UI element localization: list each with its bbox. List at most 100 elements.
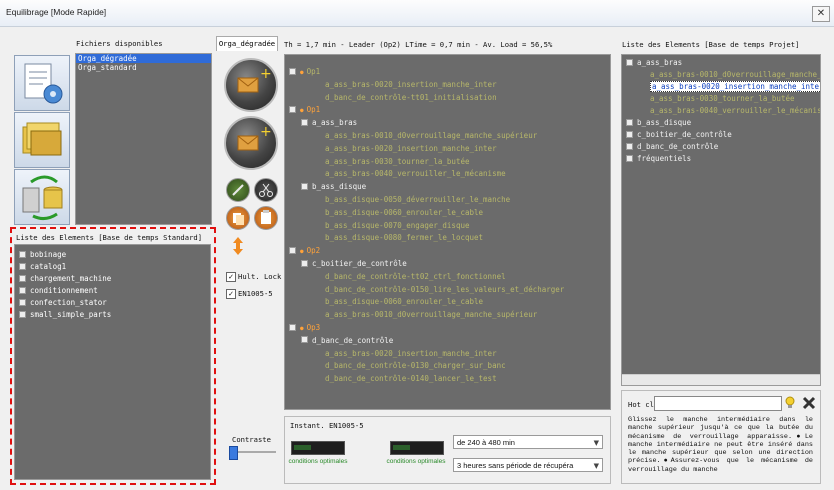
tree-group-node[interactable]: c_boitier_de_contrôle xyxy=(301,259,407,269)
sync-database-icon xyxy=(22,175,63,221)
title-bar xyxy=(0,0,834,27)
document-gear-icon xyxy=(24,63,63,104)
projet-group-node[interactable]: b_ass_disque xyxy=(626,118,691,128)
tree-leaf-node[interactable]: a_ass_bras-0030_tourner_la_butée xyxy=(325,157,470,167)
fichier-item[interactable]: Orga_dégradée xyxy=(76,54,211,63)
projet-node-label: a_ass_bras-0040_verrouiller_le_mécanisme xyxy=(650,106,821,115)
tree-leaf-node[interactable]: a_ass_bras-0040_verrouiller_le_mécanisme xyxy=(325,169,506,179)
close-button[interactable]: ✕ xyxy=(812,6,830,22)
expand-icon[interactable] xyxy=(626,154,633,162)
tree-leaf-node[interactable]: d_banc_de_contrôle-0130_charger_sur_banc xyxy=(325,361,506,371)
tree-group-node[interactable]: d_banc_de_contrôle xyxy=(301,336,393,346)
expand-icon[interactable] xyxy=(626,58,633,66)
tree-operation-node[interactable]: ● Op1 xyxy=(289,67,320,77)
add-email-icon: + xyxy=(237,66,272,93)
tree-node-label: Op2 xyxy=(306,246,321,256)
gauge-2 xyxy=(390,441,444,455)
expand-icon[interactable] xyxy=(301,259,308,267)
projet-node-label: a_ass_bras-0010_d0verrouillage_manche_su… xyxy=(650,70,821,79)
expand-icon[interactable] xyxy=(289,246,296,254)
projet-group-node[interactable]: fréquentiels xyxy=(626,154,691,164)
expand-icon[interactable] xyxy=(301,118,308,126)
expand-icon[interactable] xyxy=(301,182,308,190)
folders-tile-button[interactable] xyxy=(14,112,70,168)
expand-icon[interactable] xyxy=(289,323,296,331)
projet-leaf-node[interactable]: a_ass_bras-0020_insertion_manche_inter xyxy=(650,81,820,92)
projet-group-node[interactable]: d_banc_de_contrôle xyxy=(626,142,718,152)
gauge-1-label: conditions optimales xyxy=(288,458,348,465)
tree-leaf-node[interactable]: b_ass_disque-0080_fermer_le_locquet xyxy=(325,233,483,243)
sync-tile-button[interactable] xyxy=(14,169,70,225)
tree-leaf-node[interactable]: b_ass_disque-0070_engager_disque xyxy=(325,221,470,231)
tree-node-label: d_banc_de_contrôle-tt02_ctrl_fonctionnel xyxy=(325,271,506,281)
tree-group-node[interactable]: a_ass_bras xyxy=(301,118,357,128)
operations-tree[interactable]: ● Op1 a_ass_bras-0020_insertion_manche_int… xyxy=(284,54,611,410)
projet-node-label: fréquentiels xyxy=(637,154,692,163)
expand-icon[interactable] xyxy=(289,105,296,113)
projet-node-label: d_banc_de_contrôle xyxy=(637,142,719,151)
tree-group-node[interactable]: b_ass_disque xyxy=(301,182,366,192)
tree-operation-node[interactable]: ● Op2 xyxy=(289,246,320,256)
expand-icon[interactable] xyxy=(626,142,633,150)
tree-operation-node[interactable]: ● Op3 xyxy=(289,323,320,333)
instant-heading: Instant. EN1005-5 xyxy=(290,421,364,430)
projet-group-node[interactable]: c_boitier_de_contrôle xyxy=(626,130,732,140)
projet-group-node[interactable]: a_ass_bras xyxy=(626,58,682,68)
contraste-slider-thumb[interactable] xyxy=(229,446,238,460)
tree-leaf-node[interactable]: d_banc_de_contrôle-tt02_ctrl_fonctionnel xyxy=(325,272,506,282)
lightbulb-icon[interactable] xyxy=(784,396,796,410)
clear-icon[interactable] xyxy=(801,395,817,411)
recovery-dropdown[interactable]: 3 heures sans période de récupéra ▼ xyxy=(453,458,603,472)
tree-node-label: d_banc_de_contrôle-tt01_initialisation xyxy=(325,92,497,102)
projet-node-label: a_ass_bras-0030_tourner_la_butée xyxy=(650,94,795,103)
expand-icon[interactable] xyxy=(301,336,308,344)
tree-leaf-node[interactable]: d_banc_de_contrôle-0150_lire_les_valeurs… xyxy=(325,285,564,295)
tree-node-label: b_ass_disque-0080_fermer_le_locquet xyxy=(325,233,484,243)
tree-node-label: d_banc_de_contrôle-0140_lancer_le_test xyxy=(325,374,497,384)
hult-lock-checkbox[interactable]: ✓ xyxy=(226,272,236,282)
add-element-button[interactable]: + xyxy=(224,116,278,170)
en1005-checkbox[interactable]: ✓ xyxy=(226,289,236,299)
tree-node-label: a_ass_bras xyxy=(312,118,358,128)
projet-leaf-node[interactable]: a_ass_bras-0030_tourner_la_butée xyxy=(650,94,795,104)
tree-leaf-node[interactable]: d_banc_de_contrôle-tt01_initialisation xyxy=(325,93,497,103)
projet-leaf-node[interactable]: a_ass_bras-0040_verrouiller_le_mécanisme xyxy=(650,106,821,116)
tree-leaf-node[interactable]: a_ass_bras-0010_d0verrouillage_manche_su… xyxy=(325,310,537,320)
hotkey-description: Glissez le manche intermédiaire dans le … xyxy=(628,416,813,474)
tree-operation-node[interactable]: ● Op1 xyxy=(289,105,320,115)
cut-button[interactable] xyxy=(254,178,278,202)
tab-orga-degradee[interactable]: Orga_dégradée xyxy=(216,36,278,51)
projet-node-label: b_ass_disque xyxy=(637,118,692,127)
expand-icon[interactable] xyxy=(289,67,296,75)
fichier-item[interactable]: Orga_standard xyxy=(76,63,211,72)
expand-icon[interactable] xyxy=(626,130,633,138)
add-email-icon: + xyxy=(237,124,272,151)
add-operation-button[interactable]: + xyxy=(224,58,278,112)
hotkey-input[interactable] xyxy=(654,396,782,411)
tree-leaf-node[interactable]: a_ass_bras-0010_d0verrouillage_manche_su… xyxy=(325,131,537,141)
tree-leaf-node[interactable]: b_ass_disque-0060_enrouler_le_cable xyxy=(325,208,483,218)
tree-leaf-node[interactable]: a_ass_bras-0020_insertion_manche_inter xyxy=(325,349,497,359)
tree-leaf-node[interactable]: b_ass_disque-0050_déverrouiller_le_manch… xyxy=(325,195,510,205)
tree-leaf-node[interactable]: a_ass_bras-0020_insertion_manche_inter xyxy=(325,80,497,90)
paste-button[interactable] xyxy=(254,206,278,230)
svg-text:+: + xyxy=(260,66,272,82)
move-updown-icon[interactable] xyxy=(231,236,245,256)
copy-button[interactable] xyxy=(226,206,250,230)
edit-button[interactable] xyxy=(226,178,250,202)
tree-leaf-node[interactable]: b_ass_disque-0060_enrouler_le_cable xyxy=(325,297,483,307)
status-dot-icon: ● xyxy=(300,107,304,115)
duration-dropdown[interactable]: de 240 à 480 min ▼ xyxy=(453,435,603,449)
tree-node-label: b_ass_disque-0050_déverrouiller_le_manch… xyxy=(325,195,511,204)
horizontal-scrollbar[interactable] xyxy=(622,374,820,385)
expand-icon[interactable] xyxy=(626,118,633,126)
tree-node-label: b_ass_disque-0070_engager_disque xyxy=(325,220,470,230)
projet-node-label: c_boitier_de_contrôle xyxy=(637,130,732,139)
projet-list[interactable]: a_ass_bras a_ass_bras-0010_d0verrouillage… xyxy=(621,54,821,386)
tree-leaf-node[interactable]: d_banc_de_contrôle-0140_lancer_le_test xyxy=(325,374,497,384)
settings-tile-button[interactable] xyxy=(14,55,70,111)
fichiers-list[interactable]: Orga_dégradée Orga_standard xyxy=(75,53,212,225)
tree-leaf-node[interactable]: a_ass_bras-0020_insertion_manche_inter xyxy=(325,144,497,154)
projet-node-label: a_ass_bras xyxy=(637,58,683,67)
projet-leaf-node[interactable]: a_ass_bras-0010_d0verrouillage_manche_su… xyxy=(650,70,821,80)
